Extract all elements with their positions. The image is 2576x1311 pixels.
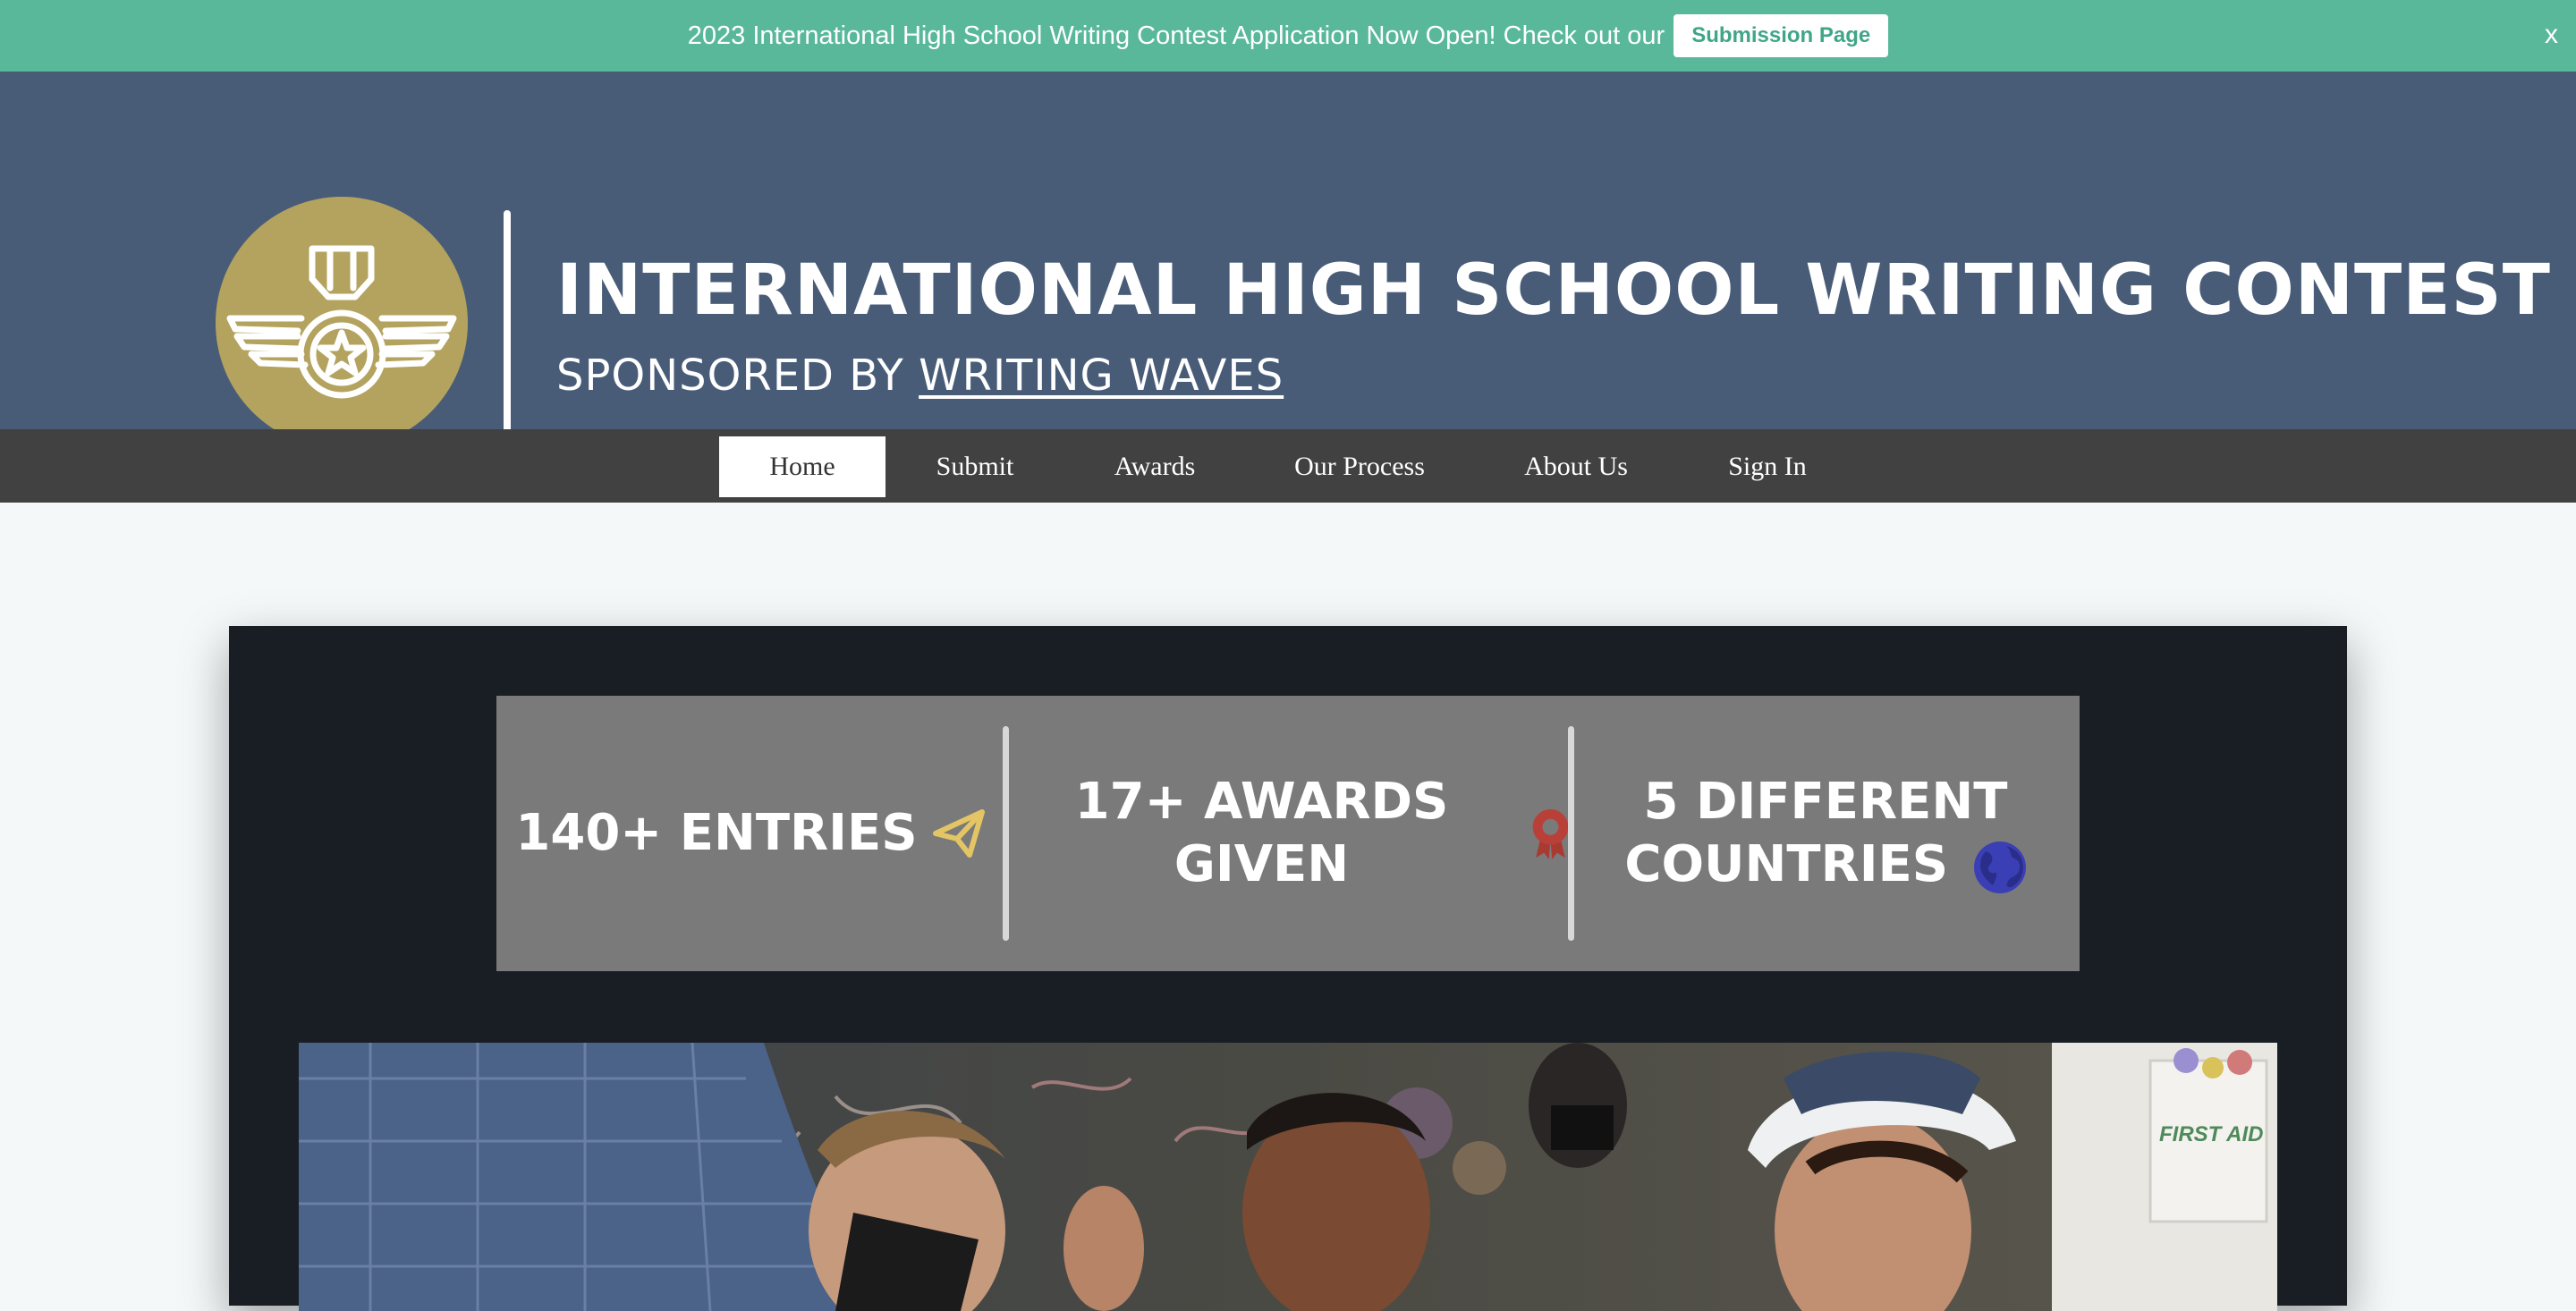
stat-awards-label: 17+ AWARDS GIVEN xyxy=(1074,773,1449,893)
stat-awards: 17+ AWARDS GIVEN xyxy=(1006,696,1572,971)
paper-plane-icon xyxy=(932,809,985,858)
medal-wings-icon xyxy=(226,245,457,399)
site-subtitle: SPONSORED BY WRITING WAVES xyxy=(556,351,1284,401)
globe-icon xyxy=(1973,841,2026,893)
first-aid-sign: FIRST AID xyxy=(2159,1122,2263,1146)
stat-entries-label: 140+ ENTRIES xyxy=(515,804,918,862)
writing-waves-link[interactable]: WRITING WAVES xyxy=(919,351,1284,401)
hero-photo: FIRST AID xyxy=(299,1043,2277,1311)
stat-countries-line2: COUNTRIES xyxy=(1624,835,1949,893)
classroom-photo: FIRST AID xyxy=(299,1043,2277,1311)
announcement-text: 2023 International High School Writing C… xyxy=(687,21,1665,50)
stats-panel: 140+ ENTRIES 17+ AWARDS GIVEN 5 DIFFEREN… xyxy=(496,696,2080,971)
header-divider xyxy=(504,210,511,434)
subtitle-prefix: SPONSORED BY xyxy=(556,351,904,401)
hero-card: 140+ ENTRIES 17+ AWARDS GIVEN 5 DIFFEREN… xyxy=(229,626,2347,1311)
award-ribbon-icon xyxy=(1532,808,1569,859)
nav-item-sign-in[interactable]: Sign In xyxy=(1690,436,1844,497)
main-nav: Home Submit Awards Our Process About Us … xyxy=(0,429,2576,503)
nav-item-home[interactable]: Home xyxy=(719,436,886,497)
nav-item-submit[interactable]: Submit xyxy=(903,436,1046,497)
announcement-bar: 2023 International High School Writing C… xyxy=(0,0,2576,72)
nav-item-our-process[interactable]: Our Process xyxy=(1270,436,1449,497)
site-title[interactable]: INTERNATIONAL HIGH SCHOOL WRITING CONTES… xyxy=(556,250,2551,331)
stat-countries: 5 DIFFERENT COUNTRIES xyxy=(1572,696,2080,971)
close-announcement-button[interactable]: x xyxy=(2545,20,2558,50)
stat-countries-line1: 5 DIFFERENT xyxy=(1643,773,2008,831)
nav-item-awards[interactable]: Awards xyxy=(1082,436,1227,497)
submission-page-button[interactable]: Submission Page xyxy=(1674,14,1889,57)
nav-item-about-us[interactable]: About Us xyxy=(1503,436,1649,497)
site-logo[interactable] xyxy=(216,197,468,449)
site-header: INTERNATIONAL HIGH SCHOOL WRITING CONTES… xyxy=(0,72,2576,449)
stat-entries: 140+ ENTRIES xyxy=(496,696,1006,971)
